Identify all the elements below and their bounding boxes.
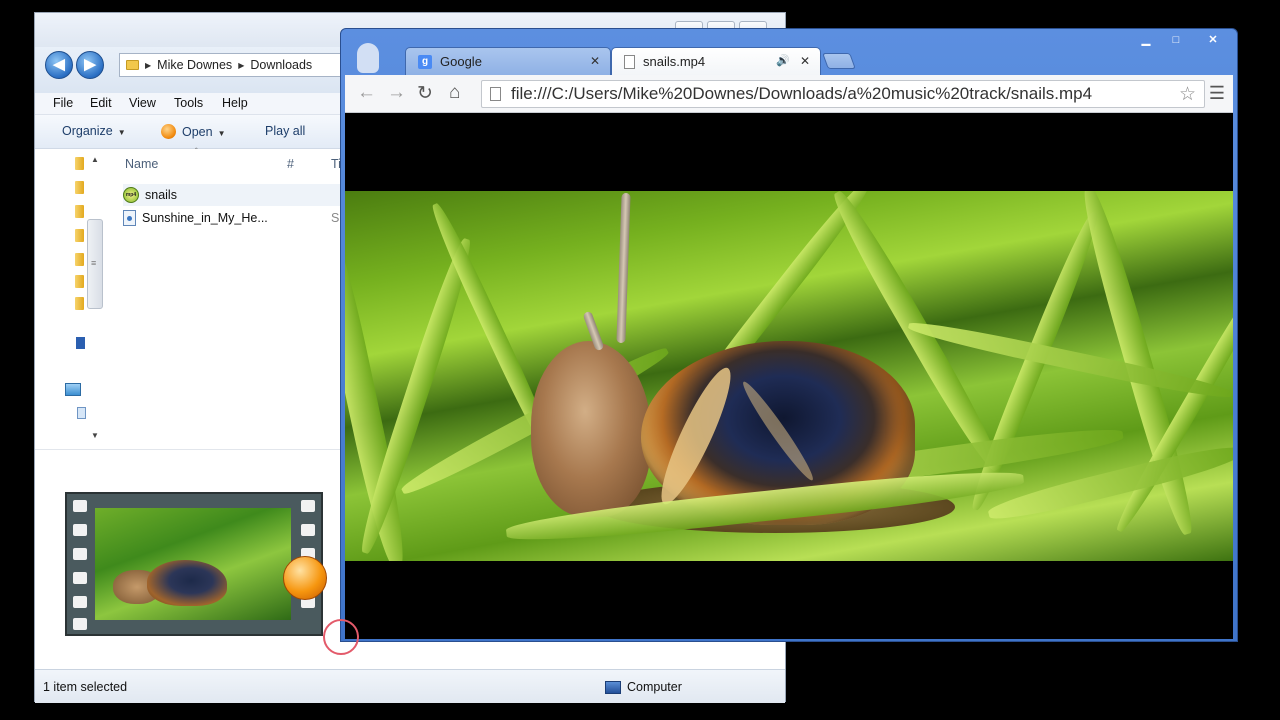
snail-body (531, 341, 651, 517)
scroll-down-icon[interactable]: ▼ (91, 431, 99, 440)
location-label: Computer (627, 680, 682, 694)
back-button[interactable]: ◀ (45, 51, 73, 79)
user-avatar-icon[interactable] (357, 43, 379, 73)
film-sprocket-icon (73, 548, 87, 560)
mouse-cursor-indicator (323, 619, 359, 655)
selection-status: 1 item selected (43, 680, 128, 694)
folder-icon[interactable] (75, 253, 84, 266)
folder-icon[interactable] (75, 275, 84, 288)
menu-file[interactable]: File (53, 96, 73, 110)
new-tab-button[interactable] (822, 53, 856, 69)
folder-icon[interactable] (75, 181, 84, 194)
scroll-grip-icon: ≡ (91, 258, 97, 268)
shell-band (737, 377, 819, 485)
film-sprocket-icon (73, 500, 87, 512)
mp4-file-icon: mp4 (123, 187, 139, 203)
open-button[interactable]: Open ▼ (161, 124, 226, 139)
close-button[interactable]: ✕ (1193, 33, 1233, 49)
play-all-button[interactable]: Play all (265, 124, 305, 138)
media-player-icon (161, 124, 176, 139)
bookmark-star-icon[interactable]: ☆ (1179, 83, 1196, 106)
film-sprocket-icon (73, 596, 87, 608)
folder-icon[interactable] (75, 157, 84, 170)
chrome-window: g Google ✕ snails.mp4 🔊 ✕ ▁ □ ✕ ← → ↻ ⌂ … (340, 28, 1238, 642)
browser-toolbar: ← → ↻ ⌂ file:///C:/Users/Mike%20Downes/D… (345, 75, 1233, 113)
back-arrow-icon[interactable]: ← (357, 82, 376, 104)
folder-icon[interactable] (75, 205, 84, 218)
file-name: snails (145, 188, 177, 202)
menu-tools[interactable]: Tools (174, 96, 203, 110)
explorer-address-bar[interactable]: ▶ Mike Downes ▶ Downloads (119, 53, 349, 77)
home-icon[interactable]: ⌂ (449, 82, 460, 104)
tab-title: Google (440, 54, 482, 69)
menu-edit[interactable]: Edit (90, 96, 112, 110)
tab-snails[interactable]: snails.mp4 🔊 ✕ (611, 47, 821, 75)
thumbnail-snail-shell (147, 560, 227, 606)
film-sprocket-icon (73, 618, 87, 630)
forward-arrow-icon[interactable]: → (387, 82, 406, 104)
column-number[interactable]: # (287, 157, 294, 171)
folder-icon (126, 60, 139, 70)
folder-icon[interactable] (75, 229, 84, 242)
menu-view[interactable]: View (129, 96, 156, 110)
status-bar: 1 item selected Computer (35, 669, 785, 703)
scroll-up-icon[interactable]: ▲ (91, 155, 99, 164)
computer-icon (605, 680, 621, 694)
close-tab-icon[interactable]: ✕ (590, 54, 600, 68)
menu-help[interactable]: Help (222, 96, 248, 110)
forward-button[interactable]: ▶ (76, 51, 104, 79)
column-header: Name ˆ # Ti (103, 147, 373, 179)
network-icon[interactable] (77, 407, 86, 419)
list-item[interactable]: Sunshine_in_My_He... Su (123, 207, 373, 229)
film-sprocket-icon (301, 524, 315, 536)
homegroup-icon[interactable] (65, 383, 81, 396)
video-frame[interactable] (345, 191, 1233, 561)
audio-file-icon (123, 210, 136, 226)
breadcrumb-downloads[interactable]: Downloads (250, 58, 312, 72)
breadcrumb-separator-icon: ▶ (145, 60, 152, 70)
organize-button[interactable]: Organize ▼ (62, 124, 126, 138)
minimize-button[interactable]: ▁ (1131, 33, 1161, 49)
thumbnail-image (95, 508, 291, 620)
tab-google[interactable]: g Google ✕ (405, 47, 611, 75)
address-bar[interactable]: file:///C:/Users/Mike%20Downes/Downloads… (481, 80, 1205, 108)
organize-label: Organize (62, 124, 113, 138)
film-sprocket-icon (73, 524, 87, 536)
reload-icon[interactable]: ↻ (417, 82, 433, 105)
column-name[interactable]: Name (125, 157, 158, 171)
chevron-down-icon: ▼ (117, 128, 126, 137)
location-status: Computer (605, 680, 682, 694)
audio-playing-icon: 🔊 (776, 55, 790, 67)
library-icon[interactable] (76, 337, 85, 349)
breadcrumb-user[interactable]: Mike Downes (157, 58, 232, 72)
folder-icon[interactable] (75, 297, 84, 310)
shell-band (650, 361, 742, 511)
film-sprocket-icon (73, 572, 87, 584)
google-favicon-icon: g (418, 54, 432, 69)
close-tab-icon[interactable]: ✕ (800, 54, 810, 68)
chevron-down-icon: ▼ (217, 129, 226, 138)
page-icon (624, 54, 635, 69)
tab-title: snails.mp4 (643, 54, 706, 69)
snail-eyestalk (616, 192, 631, 344)
menu-icon[interactable]: ☰ (1209, 83, 1225, 104)
film-sprocket-icon (301, 500, 315, 512)
list-item[interactable]: mp4 snails (123, 184, 373, 206)
file-name: Sunshine_in_My_He... (142, 211, 268, 225)
breadcrumb-separator-icon: ▶ (238, 60, 245, 70)
url-text: file:///C:/Users/Mike%20Downes/Downloads… (511, 84, 1093, 103)
open-label: Open (182, 125, 213, 139)
sort-up-icon: ˆ (195, 147, 198, 156)
page-icon (490, 87, 501, 101)
maximize-button[interactable]: □ (1161, 33, 1191, 49)
video-thumbnail[interactable] (65, 492, 323, 636)
video-viewport[interactable] (345, 113, 1233, 639)
navigation-scrollbar[interactable]: ≡ (87, 219, 103, 309)
media-player-badge-icon (283, 556, 327, 600)
